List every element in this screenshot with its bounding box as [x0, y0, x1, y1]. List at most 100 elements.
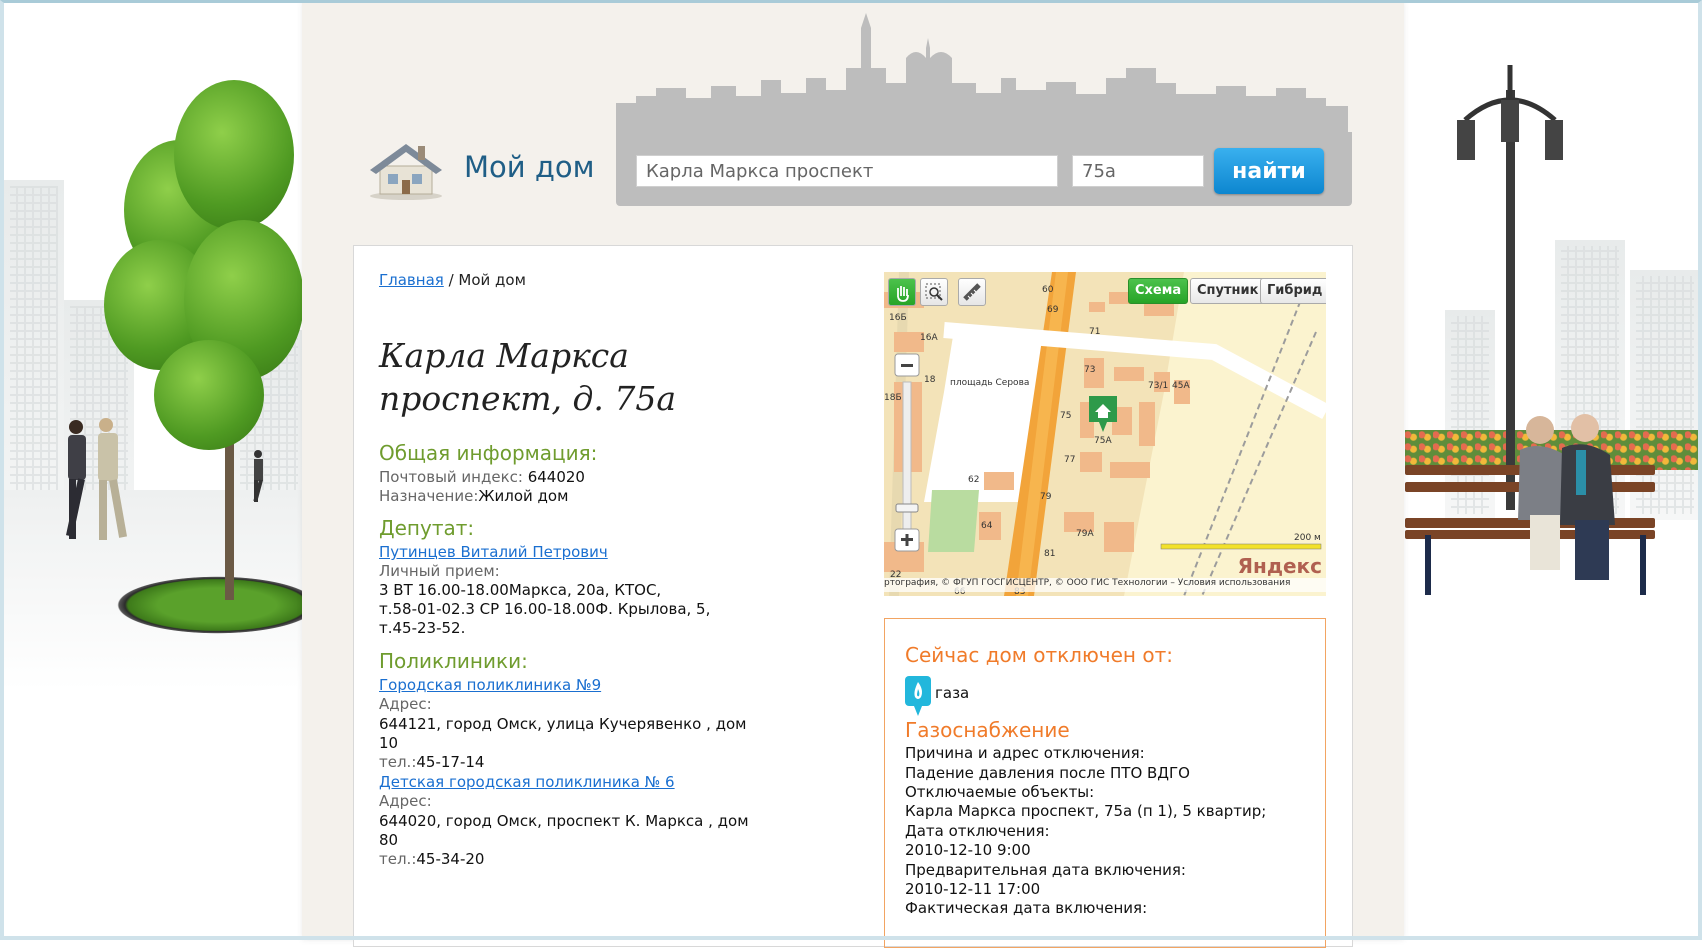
map-canvas[interactable]: площадь Серова 16Б 16А 18 60 69 71 73 73… — [884, 272, 1326, 596]
reason-label: Причина и адрес отключения: — [905, 744, 1145, 762]
map-house-number: 16Б — [889, 313, 907, 323]
page-container: Мой дом найти Главная / Мой дом Карла Ма… — [302, 0, 1404, 948]
map-house-number: 79 — [1040, 492, 1052, 502]
map-mode-hybrid-button[interactable]: Гибрид — [1260, 278, 1326, 304]
reception-line: 3 ВТ 16.00-18.00Маркса, 20а, КТОС, — [379, 581, 662, 599]
map-house-number: 75 — [1060, 411, 1071, 421]
clinic-link[interactable]: Городская поликлиника №9 — [379, 676, 601, 694]
reception-line: т.45-23-52. — [379, 619, 466, 637]
yandex-logo[interactable]: Яндекс — [1238, 554, 1322, 578]
clinic-address-label: Адрес: — [379, 695, 432, 713]
breadcrumb-current: Мой дом — [458, 271, 526, 289]
map-scale-label: 200 м — [1294, 533, 1321, 543]
purpose-row: Назначение:Жилой дом — [379, 487, 759, 506]
breadcrumb-home-link[interactable]: Главная — [379, 271, 444, 289]
site-title[interactable]: Мой дом — [464, 150, 595, 184]
zoom-area-icon[interactable] — [920, 278, 948, 306]
bench-leg — [1640, 535, 1646, 595]
reason-value: Падение давления после ПТО ВДГО — [905, 764, 1190, 782]
clinic-phone-label: тел.: — [379, 850, 417, 868]
seated-couple-icon — [1518, 414, 1615, 580]
left-background-illustration — [4, 0, 304, 940]
purpose-value: Жилой дом — [478, 487, 569, 505]
clinic-address-line: 10 — [379, 734, 399, 752]
clinic-phone-row: тел.:45-17-14 — [379, 753, 759, 772]
outage-category: Газоснабжение — [905, 718, 1070, 742]
clinic-phone: 45-34-20 — [416, 850, 485, 868]
actual-on-label: Фактическая дата включения: — [905, 899, 1148, 917]
map-house-number: 73/1 — [1148, 381, 1168, 391]
postcode-value: 644020 — [527, 468, 585, 486]
planned-on-label: Предварительная дата включения: — [905, 861, 1186, 879]
walking-people-icon — [66, 418, 128, 540]
outage-heading: Сейчас дом отключен от: — [905, 643, 1173, 667]
tree-crown — [174, 80, 294, 230]
distant-person-icon — [253, 450, 263, 502]
off-date-value: 2010-12-10 9:00 — [905, 841, 1031, 859]
clinic-address-line: 644020, город Омск, проспект К. Маркса ,… — [379, 812, 749, 830]
planned-on-value: 2010-12-11 17:00 — [905, 880, 1041, 898]
gas-icon — [905, 676, 931, 716]
deputy-heading: Депутат: — [379, 516, 475, 540]
clinic-phone-label: тел.: — [379, 753, 417, 771]
ruler-icon[interactable] — [958, 278, 986, 306]
bench-leg — [1425, 535, 1431, 595]
map-house-number: 62 — [968, 475, 979, 485]
house-logo-icon — [370, 144, 442, 200]
clinic-link[interactable]: Детская городская поликлиника № 6 — [379, 773, 675, 791]
off-date-label: Дата отключения: — [905, 822, 1050, 840]
map-house-number: 64 — [981, 521, 993, 531]
clinic-phone-row: тел.:45-34-20 — [379, 850, 759, 869]
purpose-label: Назначение: — [379, 487, 479, 505]
map-house-number: 73 — [1084, 365, 1095, 375]
map-copyright[interactable]: ртография, © ФГУП ГОСГИСЦЕНТР, © ООО ГИС… — [884, 578, 1326, 592]
map-house-number: 18Б — [884, 393, 902, 403]
content-panel: Главная / Мой дом Карла Маркса проспект,… — [353, 245, 1353, 948]
page-title-line: Карла Маркса — [379, 336, 629, 375]
street-lamp-head-icon — [1457, 65, 1563, 160]
zoom-handle[interactable] — [895, 503, 919, 513]
breadcrumb: Главная / Мой дом — [379, 271, 526, 289]
outage-panel: Сейчас дом отключен от: газа Газоснабжен… — [884, 618, 1326, 948]
map-scale-bar — [1160, 543, 1322, 550]
search-button[interactable]: найти — [1214, 148, 1324, 194]
clinic-address-line: 80 — [379, 831, 399, 849]
right-background-illustration — [1405, 0, 1698, 940]
objects-value: Карла Маркса проспект, 75а (п 1), 5 квар… — [905, 802, 1267, 820]
page-title-line: проспект, д. 75а — [379, 379, 677, 418]
map-mode-scheme-button[interactable]: Схема — [1128, 278, 1189, 304]
city-skyline-illustration — [616, 13, 1348, 138]
general-info-heading: Общая информация: — [379, 441, 598, 465]
drag-hand-icon[interactable] — [888, 278, 916, 306]
tree-crown — [154, 340, 264, 450]
clinic-address-line: 644121, город Омск, улица Кучерявенко , … — [379, 715, 747, 733]
clinic-address-label: Адрес: — [379, 792, 432, 810]
zoom-out-icon[interactable] — [901, 364, 913, 367]
map-marker-label: 75А — [1094, 436, 1112, 446]
clinics-heading: Поликлиники: — [379, 649, 528, 673]
page-title: Карла Маркса проспект, д. 75а — [379, 334, 759, 420]
map-house-number: 18 — [924, 375, 936, 385]
street-search-input[interactable] — [636, 155, 1058, 187]
objects-label: Отключаемые объекты: — [905, 783, 1095, 801]
deputy-name-link[interactable]: Путинцев Виталий Петрович — [379, 543, 608, 561]
map-house-number: 79А — [1076, 529, 1094, 539]
map-house-number: 81 — [1044, 549, 1055, 559]
map-house-number: 16А — [920, 333, 938, 343]
map-house-number: 69 — [1047, 305, 1059, 315]
map-house-number: 45А — [1172, 381, 1190, 391]
zoom-in-icon[interactable] — [905, 534, 909, 546]
clinic-phone: 45-17-14 — [416, 753, 485, 771]
map-label-square: площадь Серова — [950, 378, 1029, 388]
breadcrumb-separator: / — [443, 271, 459, 289]
postcode-row: Почтовый индекс: 644020 — [379, 468, 759, 487]
reception-label: Личный прием: — [379, 562, 500, 580]
map-house-number: 60 — [1042, 285, 1054, 295]
reception-line: т.58-01-02.3 СР 16.00-18.00Ф. Крылова, 5… — [379, 600, 711, 618]
map-house-number: 71 — [1089, 327, 1100, 337]
map-house-number: 77 — [1064, 455, 1075, 465]
yandex-map[interactable]: площадь Серова 16Б 16А 18 60 69 71 73 73… — [884, 272, 1326, 596]
outage-service: газа — [935, 684, 970, 702]
house-number-input[interactable] — [1072, 155, 1204, 187]
map-mode-satellite-button[interactable]: Спутник — [1190, 278, 1266, 304]
